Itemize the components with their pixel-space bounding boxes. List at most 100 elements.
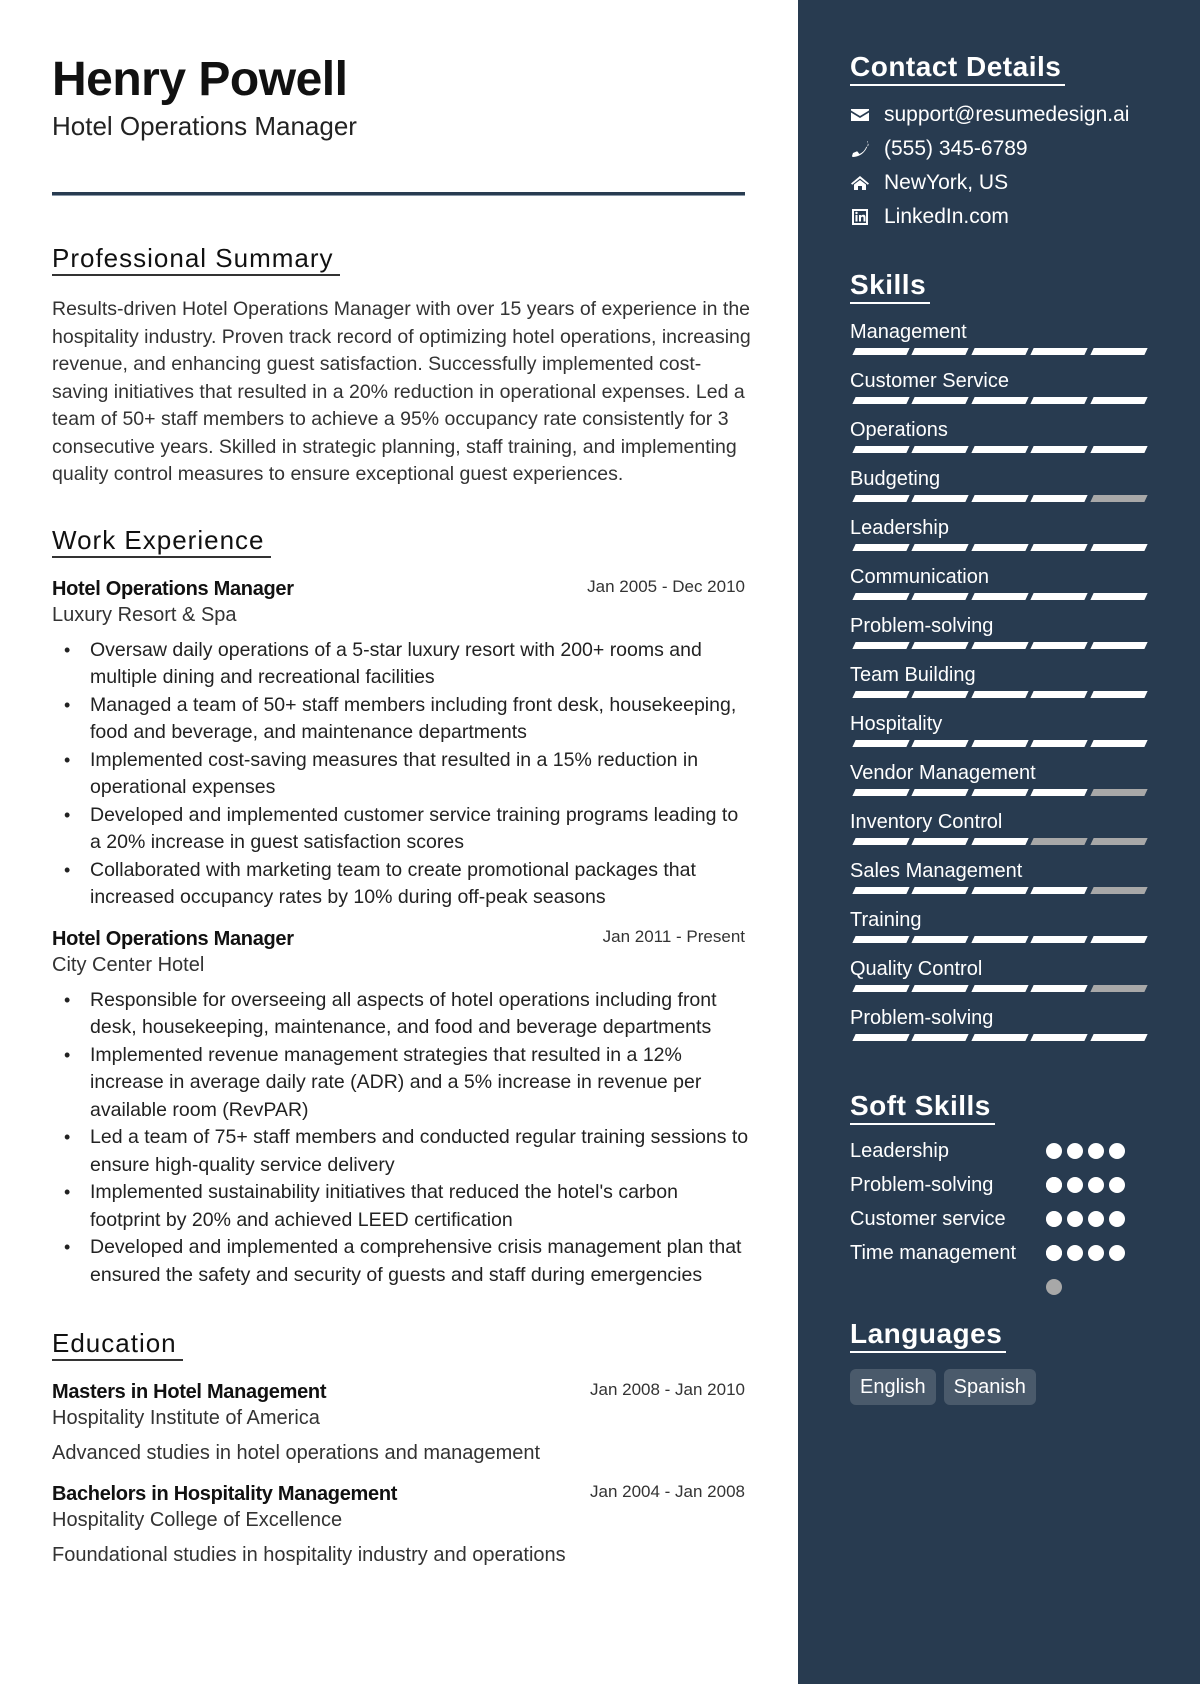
home-icon <box>850 173 870 193</box>
skill-name: Quality Control <box>850 958 983 980</box>
degree-title: Bachelors in Hospitality Management <box>52 1483 398 1505</box>
degree-title: Masters in Hotel Management <box>52 1381 327 1403</box>
skill-name: Management <box>850 321 967 343</box>
job-date: Jan 2005 - Dec 2010 <box>587 576 745 596</box>
soft-skill-rating <box>1046 1171 1128 1227</box>
languages-list: English Spanish <box>850 1369 1148 1405</box>
bullet-item: Managed a team of 50+ staff members incl… <box>52 692 752 747</box>
skill-segment-filled <box>971 985 1029 992</box>
skill-segment-filled <box>971 887 1029 894</box>
rating-dot-filled <box>1109 1177 1125 1193</box>
contact-text: (555) 345-6789 <box>884 137 1028 160</box>
job-entry: Hotel Operations Manager Jan 2005 - Dec … <box>52 576 746 912</box>
contact-phone[interactable]: (555) 345-6789 <box>850 132 1148 166</box>
skill-segment-filled <box>852 593 911 600</box>
skill-segment-filled <box>971 789 1029 796</box>
candidate-name: Henry Powell <box>52 53 348 106</box>
bullet-item: Implemented revenue management strategie… <box>52 1042 752 1125</box>
skill-segment-filled <box>971 397 1029 404</box>
skill-segment-filled <box>971 446 1029 453</box>
skill-item: Operations <box>850 418 1148 453</box>
skill-segment-filled <box>911 495 970 502</box>
education-description: Foundational studies in hospitality indu… <box>52 1544 566 1566</box>
skill-segment-filled <box>971 495 1029 502</box>
section-title: Skills <box>850 268 931 304</box>
skill-item: Leadership <box>850 516 1148 551</box>
skill-item: Training <box>850 908 1148 943</box>
skills-section: Skills Management Customer Service Operati… <box>850 268 1148 1041</box>
skill-segment-filled <box>1030 397 1089 404</box>
skill-item: Customer Service <box>850 369 1148 404</box>
skill-item: Sales Management <box>850 859 1148 894</box>
skill-name: Leadership <box>850 517 949 539</box>
soft-skill-name: Leadership <box>850 1140 949 1162</box>
soft-skill-name: Problem-solving <box>850 1174 994 1196</box>
skill-item: Communication <box>850 565 1148 600</box>
skill-segment-filled <box>971 593 1029 600</box>
skill-segment-filled <box>852 446 911 453</box>
education-entry: Masters in Hotel Management Jan 2008 - J… <box>52 1379 746 1467</box>
skill-segment-filled <box>1030 985 1089 992</box>
bullet-item: Implemented cost-saving measures that re… <box>52 747 752 802</box>
skill-level-bar <box>850 495 1148 502</box>
skill-segment-filled <box>1030 544 1089 551</box>
skill-segment-filled <box>1089 936 1148 943</box>
contact-text: LinkedIn.com <box>884 205 1009 228</box>
skill-segment-filled <box>852 691 911 698</box>
skill-segment-filled <box>1089 642 1148 649</box>
skill-level-bar <box>850 985 1148 992</box>
skill-item: Team Building <box>850 663 1148 698</box>
soft-skills-list: Leadership Problem-solving Customer servic… <box>850 1137 1148 1295</box>
job-title: Hotel Operations Manager <box>52 927 294 950</box>
education-date: Jan 2004 - Jan 2008 <box>589 1482 745 1501</box>
skill-segment-filled <box>1089 397 1148 404</box>
skills-list: Management Customer Service Operations Budg… <box>850 320 1148 1041</box>
work-experience-section: Work Experience Hotel Operations Manager… <box>52 524 748 1290</box>
job-company: Luxury Resort & Spa <box>52 603 237 626</box>
rating-dot-filled <box>1046 1211 1062 1227</box>
skill-segment-filled <box>1089 446 1148 453</box>
education-description: Advanced studies in hotel operations and… <box>52 1442 541 1464</box>
skill-segment-filled <box>852 642 911 649</box>
skill-level-bar <box>850 348 1148 355</box>
education-entry: Bachelors in Hospitality Management Jan … <box>52 1481 746 1569</box>
skill-item: Hospitality <box>850 712 1148 747</box>
bullet-item: Oversaw daily operations of a 5-star lux… <box>52 637 752 692</box>
rating-dot-filled <box>1067 1143 1083 1159</box>
job-title: Hotel Operations Manager <box>52 577 294 600</box>
summary-text: Results-driven Hotel Operations Manager … <box>52 298 751 485</box>
soft-skill-item: Time management <box>850 1239 1148 1295</box>
bullet-item: Developed and implemented customer servi… <box>52 802 752 857</box>
candidate-role: Hotel Operations Manager <box>52 111 357 141</box>
skill-segment-filled <box>1030 1034 1089 1041</box>
skill-name: Training <box>850 909 922 931</box>
skill-item: Problem-solving <box>850 614 1148 649</box>
skill-segment-empty <box>1089 985 1148 992</box>
contact-linkedin[interactable]: LinkedIn.com <box>850 200 1148 234</box>
skill-level-bar <box>850 936 1148 943</box>
skill-level-bar <box>850 446 1148 453</box>
rating-dot-filled <box>1067 1245 1083 1261</box>
skill-segment-filled <box>971 838 1029 845</box>
skill-segment-filled <box>1030 740 1089 747</box>
skill-segment-filled <box>911 985 970 992</box>
skill-segment-filled <box>911 691 970 698</box>
skill-segment-filled <box>1089 544 1148 551</box>
skill-segment-filled <box>971 740 1029 747</box>
rating-dot-filled <box>1088 1177 1104 1193</box>
skill-segment-empty <box>1089 789 1148 796</box>
skill-segment-filled <box>1030 887 1089 894</box>
skill-segment-filled <box>1030 691 1089 698</box>
section-title: Professional Summary <box>52 242 340 276</box>
skill-segment-filled <box>971 348 1029 355</box>
contact-email[interactable]: support@resumedesign.ai <box>850 98 1148 132</box>
skill-name: Inventory Control <box>850 811 1003 833</box>
contact-section: Contact Details support@resumedesign.ai … <box>850 50 1148 234</box>
skill-segment-filled <box>971 691 1029 698</box>
skill-segment-empty <box>1089 838 1148 845</box>
language-tag: Spanish <box>943 1369 1036 1405</box>
skill-segment-filled <box>1030 936 1089 943</box>
skill-segment-filled <box>911 348 970 355</box>
linkedin-icon <box>850 207 870 227</box>
soft-skill-name: Time management <box>850 1242 1016 1264</box>
